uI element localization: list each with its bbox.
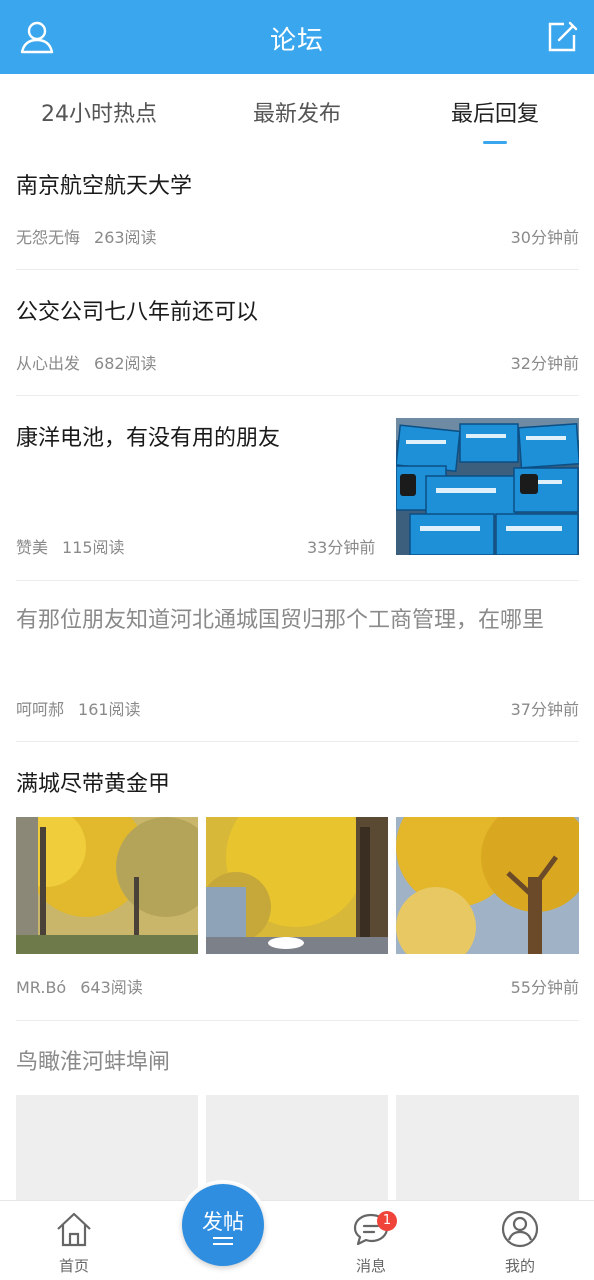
post-item[interactable]: 鸟瞰淮河蚌埠闸 [16,1044,579,1082]
nav-messages-label: 消息 [355,1257,386,1275]
post-title[interactable]: 有那位朋友知道河北通城国贸归那个工商管理，在哪里 [16,602,579,640]
ginkgo-photo-1[interactable] [16,817,198,954]
post-meta: 呵呵郝 161阅读 [16,696,141,720]
post-title[interactable]: 鸟瞰淮河蚌埠闸 [16,1044,579,1082]
unread-badge: 1 [377,1211,397,1231]
nav-home[interactable]: 首页 [14,1201,134,1280]
nav-messages[interactable]: 消息 [311,1201,431,1280]
post-author: 赞美 [16,538,49,557]
post-reads: 115阅读 [62,538,125,557]
divider [16,269,579,270]
post-title[interactable]: 满城尽带黄金甲 [16,766,579,804]
post-reads: 682阅读 [94,354,157,373]
post-time: 55分钟前 [510,978,579,997]
nav-home-label: 首页 [58,1257,89,1275]
post-author: MR.Bó [16,978,67,997]
compose-icon: 发帖 [182,1184,264,1266]
edit-icon[interactable] [546,20,578,54]
post-author: 无怨无悔 [16,228,81,247]
tab-last-reply[interactable]: 最后回复 [448,96,542,128]
post-item[interactable]: 南京航空航天大学 [16,168,579,206]
post-title[interactable]: 康洋电池，有没有用的朋友 [16,420,386,458]
post-reads: 263阅读 [94,228,157,247]
image-placeholder[interactable] [16,1095,198,1200]
tab-24h-hot[interactable]: 24小时热点 [38,96,160,128]
page-title: 论坛 [269,26,324,56]
compose-post-button[interactable]: 发帖 [178,1180,268,1270]
post-meta: 从心出发 682阅读 [16,350,157,374]
post-item[interactable]: 满城尽带黄金甲 [16,766,579,804]
divider [16,741,579,742]
tab-bar: 24小时热点 最新发布 最后回复 [0,74,594,150]
divider [16,580,579,581]
bottom-nav: 首页 消息 我的 [0,1200,594,1280]
post-author: 呵呵郝 [16,700,65,719]
post-title[interactable]: 南京航空航天大学 [16,168,579,206]
menu-lines-icon [213,1237,233,1249]
battery-boxes-image[interactable] [396,418,579,555]
nav-mine-label: 我的 [504,1257,535,1275]
post-time: 33分钟前 [307,538,376,557]
ginkgo-photo-3[interactable] [396,817,579,954]
post-meta: MR.Bó 643阅读 [16,974,143,998]
tab-latest-posts[interactable]: 最新发布 [250,96,344,128]
active-tab-indicator [483,141,507,144]
post-author: 从心出发 [16,354,81,373]
post-time: 30分钟前 [510,228,579,247]
image-placeholder[interactable] [396,1095,579,1200]
divider [16,1020,579,1021]
ginkgo-photo-2[interactable] [206,817,388,954]
post-item[interactable]: 有那位朋友知道河北通城国贸归那个工商管理，在哪里 [16,602,579,640]
nav-mine[interactable]: 我的 [460,1201,580,1280]
post-time: 37分钟前 [510,700,579,719]
top-bar: 论坛 [0,0,594,74]
profile-icon [501,1210,539,1248]
post-reads: 161阅读 [78,700,141,719]
compose-label: 发帖 [202,1210,244,1234]
divider [16,395,579,396]
post-time: 32分钟前 [510,354,579,373]
post-item[interactable]: 康洋电池，有没有用的朋友 [16,420,386,458]
home-icon [57,1212,91,1247]
post-meta: 赞美 115阅读 [16,534,125,558]
post-title[interactable]: 公交公司七八年前还可以 [16,294,579,332]
post-item[interactable]: 公交公司七八年前还可以 [16,294,579,332]
post-meta: 无怨无悔 263阅读 [16,224,157,248]
post-reads: 643阅读 [80,978,143,997]
